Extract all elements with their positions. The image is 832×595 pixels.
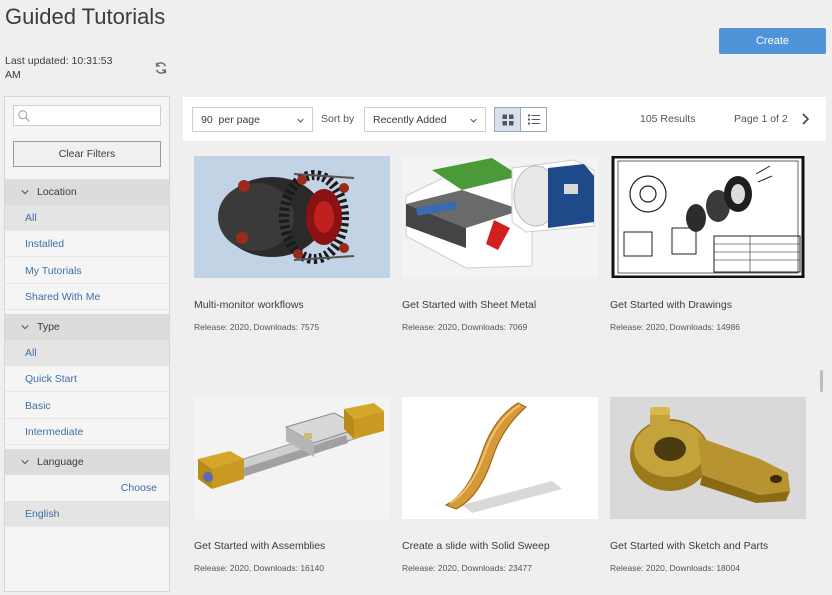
filter-language-english[interactable]: English xyxy=(5,501,169,527)
filter-location-my-tutorials[interactable]: My Tutorials xyxy=(5,258,169,284)
card-meta: Release: 2020, Downloads: 16140 xyxy=(194,563,324,573)
card-title: Get Started with Sketch and Parts xyxy=(610,540,769,552)
list-view-button[interactable] xyxy=(520,107,547,132)
language-choose-row: Choose xyxy=(5,475,169,501)
search-input[interactable] xyxy=(34,108,158,123)
drawing-icon xyxy=(610,156,806,278)
last-updated-text: Last updated: 10:31:53 AM xyxy=(5,55,113,81)
card-meta: Release: 2020, Downloads: 14986 xyxy=(610,322,740,332)
filter-type-all[interactable]: All xyxy=(5,340,169,366)
chevron-down-icon xyxy=(21,460,29,465)
filter-group-label: Location xyxy=(37,186,77,198)
card-title: Multi-monitor workflows xyxy=(194,299,304,311)
sheet-metal-icon xyxy=(402,156,598,278)
filter-location-installed[interactable]: Installed xyxy=(5,231,169,257)
sort-value: Recently Added xyxy=(373,113,447,126)
tutorial-card[interactable]: Get Started with Sketch and Parts Releas… xyxy=(610,397,806,573)
card-title: Get Started with Assemblies xyxy=(194,540,326,552)
next-page-icon[interactable] xyxy=(799,112,811,126)
grid-view-button[interactable] xyxy=(494,107,521,132)
filter-group-label: Language xyxy=(37,456,84,468)
search-icon xyxy=(18,110,30,122)
assembly-icon xyxy=(194,397,390,519)
sort-by-label: Sort by xyxy=(321,113,355,125)
card-meta: Release: 2020, Downloads: 7069 xyxy=(402,322,528,332)
card-meta: Release: 2020, Downloads: 18004 xyxy=(610,563,740,573)
list-icon xyxy=(527,114,540,125)
tutorial-card[interactable]: Get Started with Drawings Release: 2020,… xyxy=(610,156,806,332)
search-box[interactable] xyxy=(13,105,161,126)
scrollbar-thumb[interactable] xyxy=(820,370,823,392)
filter-location-shared[interactable]: Shared With Me xyxy=(5,284,169,310)
filter-group-type[interactable]: Type xyxy=(5,314,169,340)
filter-group-label: Type xyxy=(37,321,60,333)
filter-group-location[interactable]: Location xyxy=(5,179,169,205)
filter-sidebar: Clear Filters Location All Installed My … xyxy=(4,96,170,592)
card-meta: Release: 2020, Downloads: 23477 xyxy=(402,563,532,573)
part-icon xyxy=(610,397,806,519)
filter-type-quick-start[interactable]: Quick Start xyxy=(5,366,169,392)
engine-icon xyxy=(194,156,390,278)
filter-group-language[interactable]: Language xyxy=(5,449,169,475)
chevron-down-icon xyxy=(297,118,304,123)
card-title: Create a slide with Solid Sweep xyxy=(402,540,550,552)
per-page-select[interactable]: 90 per page xyxy=(192,107,313,132)
card-meta: Release: 2020, Downloads: 7575 xyxy=(194,322,320,332)
filter-type-intermediate[interactable]: Intermediate xyxy=(5,419,169,445)
chevron-down-icon xyxy=(21,325,29,330)
create-button[interactable]: Create xyxy=(719,28,826,54)
choose-language-link[interactable]: Choose xyxy=(121,482,157,494)
sort-select[interactable]: Recently Added xyxy=(364,107,486,132)
slide-icon xyxy=(402,397,598,519)
tutorial-card[interactable]: Multi-monitor workflows Release: 2020, D… xyxy=(194,156,390,332)
results-count: 105 Results xyxy=(640,113,696,125)
card-title: Get Started with Sheet Metal xyxy=(402,299,537,311)
refresh-icon[interactable] xyxy=(154,61,168,75)
chevron-down-icon xyxy=(21,190,29,195)
card-title: Get Started with Drawings xyxy=(610,299,732,311)
grid-icon xyxy=(502,114,513,125)
tutorial-card[interactable]: Create a slide with Solid Sweep Release:… xyxy=(402,397,598,573)
chevron-down-icon xyxy=(470,118,477,123)
filter-location-all[interactable]: All xyxy=(5,205,169,231)
per-page-value: 90 per page xyxy=(201,113,260,126)
page-title: Guided Tutorials xyxy=(5,4,166,29)
results-toolbar: 90 per page Sort by Recently Added 105 R… xyxy=(183,97,826,141)
clear-filters-button[interactable]: Clear Filters xyxy=(13,141,161,167)
tutorial-card[interactable]: Get Started with Sheet Metal Release: 20… xyxy=(402,156,598,332)
tutorial-card[interactable]: Get Started with Assemblies Release: 202… xyxy=(194,397,390,573)
page-indicator: Page 1 of 2 xyxy=(734,113,788,125)
filter-type-basic[interactable]: Basic xyxy=(5,393,169,419)
